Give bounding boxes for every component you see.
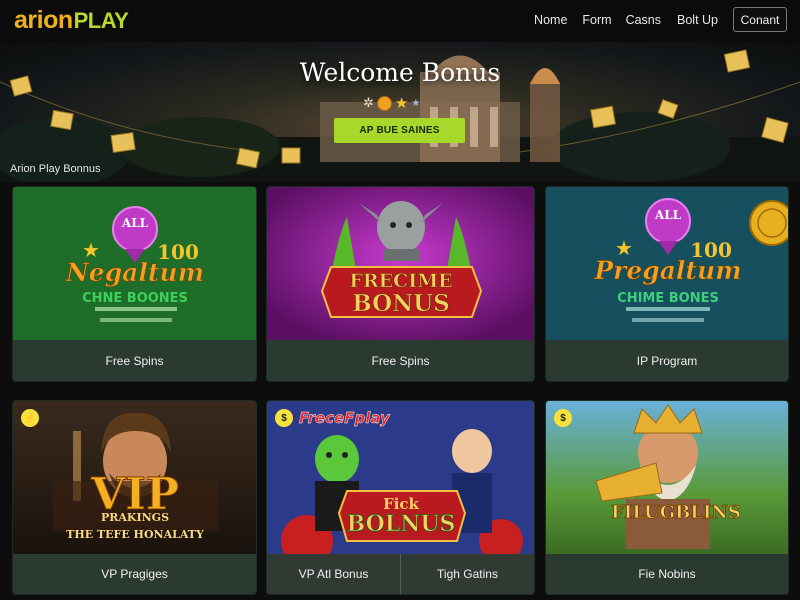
card-caption: VP Pragiges: [13, 554, 256, 594]
art-subtitle-2: THE TEFE HONALATY: [66, 528, 204, 541]
logo-play: PLAY: [73, 8, 129, 33]
art-badge-text: ALL: [121, 216, 149, 230]
card-art: ALL ★ 100 Negaltum CHNE BOONES: [13, 187, 256, 342]
art-title-line1: FRECIME: [349, 270, 452, 292]
cta-button[interactable]: AP BUE SAINES: [334, 118, 465, 143]
card-art: FILUGBLINS: [546, 401, 788, 556]
logo[interactable]: arion PLAY: [14, 6, 129, 35]
hero-title: Welcome Bonus: [299, 58, 501, 87]
card-caption: Free Spins: [267, 340, 534, 381]
card-caption: Free Spins: [13, 340, 256, 381]
nav-link-form[interactable]: Form: [582, 13, 611, 27]
nav-links: Nome Form Casns Bolt Up: [534, 13, 718, 27]
logo-brand: arion: [14, 6, 73, 34]
hot-badge-icon: ⚡: [21, 409, 39, 427]
card-caption: VP Atl Bonus Tigh Gatins: [267, 554, 534, 594]
card-art: FreceFplay Fick BOLNUS: [267, 401, 534, 556]
hero-icons: ✲ ★ ★: [363, 94, 420, 112]
art-subtitle: CHIME BONES: [617, 291, 719, 306]
bonus-card-2[interactable]: FRECIME BONUS Free Spins: [266, 186, 535, 382]
bonus-card-4[interactable]: VIP PRAKINGS THE TEFE HONALATY ⚡ VP Prag…: [12, 400, 257, 595]
bonus-card-1[interactable]: ALL ★ 100 Negaltum CHNE BOONES Free Spin…: [12, 186, 257, 382]
hero-banner: Welcome Bonus ✲ ★ ★ AP BUE SAINES: [0, 42, 800, 182]
card-caption: Fie Nobins: [546, 554, 788, 594]
art-title: Negaltum: [65, 258, 204, 287]
section-label: Arion Play Bonnus: [10, 163, 101, 175]
hot-badge-icon: $: [554, 409, 572, 427]
nav-link-home[interactable]: Nome: [534, 13, 567, 27]
hot-badge-icon: $: [275, 409, 293, 427]
art-subtitle: CHNE BOONES: [82, 291, 188, 306]
card-art: ALL ★ 100 Pregaltum CHIME BONES: [546, 187, 788, 342]
art-title-line2: BONUS: [352, 290, 450, 317]
art-brand: FreceFplay: [299, 409, 391, 427]
card-caption: IP Program: [546, 340, 788, 381]
caption-right[interactable]: Tigh Gatins: [401, 554, 534, 594]
coin-icon: [376, 95, 392, 111]
nav-link-about[interactable]: Bolt Up: [677, 13, 718, 27]
nav-link-casinos[interactable]: Casns: [626, 13, 661, 27]
art-badge-text: ALL: [654, 208, 682, 222]
art-title: Pregaltum: [593, 256, 741, 285]
sparkle-icon: ✲: [363, 95, 374, 110]
contact-button[interactable]: Conant: [733, 7, 787, 32]
card-art: FRECIME BONUS: [267, 187, 534, 342]
bonus-card-6[interactable]: FILUGBLINS $ Fie Nobins: [545, 400, 789, 595]
star-icon: ★: [394, 95, 409, 112]
art-title-line2: BOLNUS: [347, 511, 456, 537]
caption-split: VP Atl Bonus Tigh Gatins: [267, 554, 534, 594]
bonus-card-5[interactable]: FreceFplay Fick BOLNUS $ VP Atl Bonus Ti…: [266, 400, 535, 595]
bonus-card-3[interactable]: ALL ★ 100 Pregaltum CHIME BONES IP Progr…: [545, 186, 789, 382]
art-title: FILUGBLINS: [611, 502, 741, 523]
small-star-icon: ★: [411, 97, 421, 109]
art-subtitle-1: PRAKINGS: [101, 511, 169, 524]
caption-left[interactable]: VP Atl Bonus: [267, 554, 401, 594]
top-nav: arion PLAY Nome Form Casns Bolt Up Conan…: [0, 0, 800, 42]
card-art: VIP PRAKINGS THE TEFE HONALATY: [13, 401, 256, 556]
